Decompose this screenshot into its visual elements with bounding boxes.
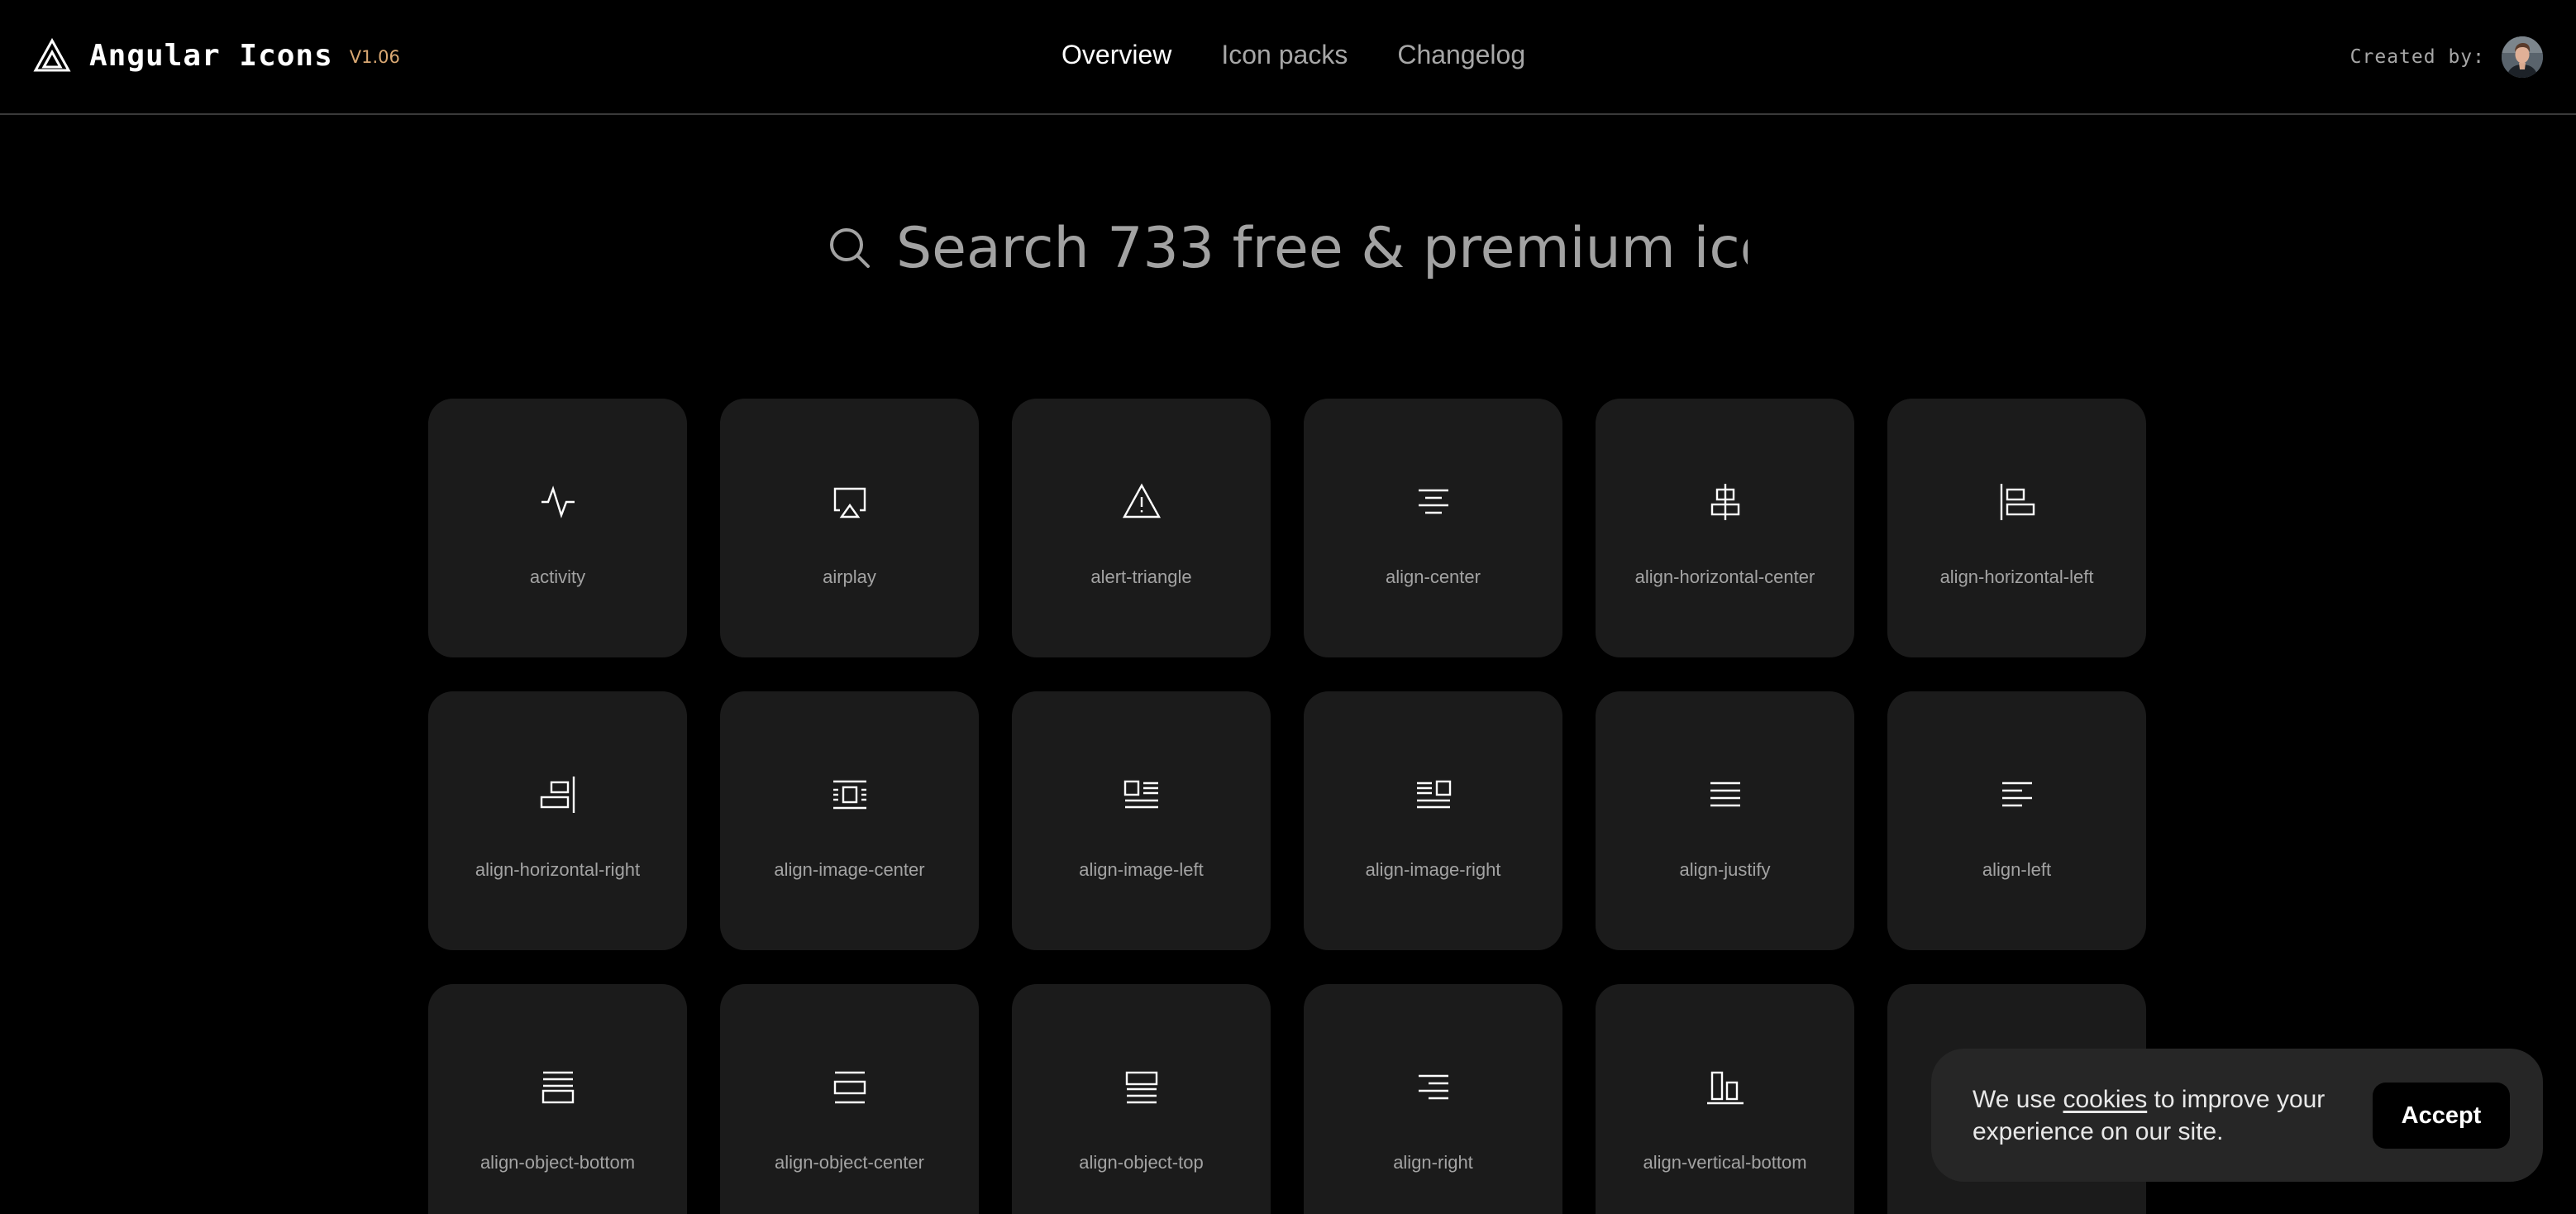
avatar-portrait-icon (2502, 36, 2543, 78)
icon-tile-align-horizontal-left[interactable]: align-horizontal-left (1887, 399, 2146, 657)
icon-tile-align-left[interactable]: align-left (1887, 691, 2146, 950)
icon-tile-activity[interactable]: activity (428, 399, 687, 657)
align-right-icon (1414, 1068, 1453, 1107)
align-horizontal-left-icon (1997, 482, 2037, 522)
align-object-center-icon (830, 1068, 870, 1107)
brand-name: Angular Icons (89, 38, 333, 73)
icon-tile-align-horizontal-right[interactable]: align-horizontal-right (428, 691, 687, 950)
main-nav: Overview Icon packs Changelog (1061, 40, 1525, 70)
icon-tile-label: activity (529, 566, 586, 587)
icon-tile-label: align-image-left (1079, 859, 1204, 880)
icon-tile-label: align-horizontal-right (475, 859, 641, 880)
icon-tile-label: align-image-center (774, 859, 925, 880)
alert-triangle-icon (1122, 482, 1162, 522)
align-object-top-icon (1122, 1068, 1162, 1107)
top-header: Angular Icons V1.06 Overview Icon packs … (0, 0, 2576, 115)
icon-tile-align-right[interactable]: align-right (1304, 984, 1562, 1214)
accept-cookies-button[interactable]: Accept (2373, 1083, 2510, 1149)
search-icon (830, 228, 870, 268)
icon-tile-align-vertical-bottom[interactable]: align-vertical-bottom (1596, 984, 1854, 1214)
icon-tile-label: align-horizontal-center (1634, 566, 1815, 587)
search-bar (827, 207, 1753, 289)
created-by-label: Created by: (2349, 46, 2485, 68)
align-justify-icon (1705, 775, 1745, 815)
triangle-logo-icon (33, 38, 71, 72)
icon-tile-alert-triangle[interactable]: alert-triangle (1012, 399, 1271, 657)
icon-tile-label: align-horizontal-left (1939, 566, 2094, 587)
icon-tile-label: align-center (1386, 566, 1481, 587)
search-input[interactable] (896, 211, 1748, 285)
icon-tile-label: airplay (823, 566, 876, 587)
icon-tile-align-center[interactable]: align-center (1304, 399, 1562, 657)
cookies-link[interactable]: cookies (2063, 1086, 2148, 1113)
align-image-center-icon (830, 775, 870, 815)
icon-tile-label: alert-triangle (1090, 566, 1192, 587)
nav-changelog[interactable]: Changelog (1397, 40, 1525, 70)
icon-tile-align-image-center[interactable]: align-image-center (720, 691, 979, 950)
icon-tile-label: align-left (1982, 859, 2052, 880)
cookie-banner: We use cookies to improve your experienc… (1931, 1049, 2543, 1182)
icon-tile-label: align-image-right (1365, 859, 1501, 880)
icon-tile-label: align-justify (1679, 859, 1771, 880)
align-image-right-icon (1414, 775, 1453, 815)
cookie-message: We use cookies to improve your experienc… (1973, 1083, 2345, 1148)
activity-icon (538, 482, 578, 522)
icon-tile-label: align-right (1393, 1152, 1473, 1173)
align-vertical-bottom-icon (1705, 1068, 1745, 1107)
icon-tile-label: align-object-top (1079, 1152, 1204, 1173)
icon-tile-align-object-bottom[interactable]: align-object-bottom (428, 984, 687, 1214)
brand[interactable]: Angular Icons V1.06 (33, 38, 400, 73)
icon-tile-airplay[interactable]: airplay (720, 399, 979, 657)
align-center-icon (1414, 482, 1453, 522)
icon-tile-align-justify[interactable]: align-justify (1596, 691, 1854, 950)
icon-tile-align-image-left[interactable]: align-image-left (1012, 691, 1271, 950)
creator-credit: Created by: (2350, 36, 2543, 78)
align-horizontal-right-icon (538, 775, 578, 815)
icon-tile-align-object-top[interactable]: align-object-top (1012, 984, 1271, 1214)
airplay-icon (830, 482, 870, 522)
icon-tile-label: align-object-center (775, 1152, 924, 1173)
version-badge: V1.06 (349, 47, 400, 67)
icon-grid: activity airplay alert-triangle align-ce… (428, 399, 2146, 1214)
align-left-icon (1997, 775, 2037, 815)
align-object-bottom-icon (538, 1068, 578, 1107)
icon-tile-label: align-vertical-bottom (1643, 1152, 1807, 1173)
icon-tile-align-object-center[interactable]: align-object-center (720, 984, 979, 1214)
align-horizontal-center-icon (1705, 482, 1745, 522)
icon-tile-label: align-object-bottom (479, 1152, 636, 1173)
icon-tile-align-horizontal-center[interactable]: align-horizontal-center (1596, 399, 1854, 657)
align-image-left-icon (1122, 775, 1162, 815)
creator-avatar[interactable] (2502, 36, 2543, 78)
nav-icon-packs[interactable]: Icon packs (1221, 40, 1348, 70)
icon-tile-align-image-right[interactable]: align-image-right (1304, 691, 1562, 950)
cookie-text-before: We use (1973, 1085, 2063, 1113)
nav-overview[interactable]: Overview (1061, 40, 1171, 70)
